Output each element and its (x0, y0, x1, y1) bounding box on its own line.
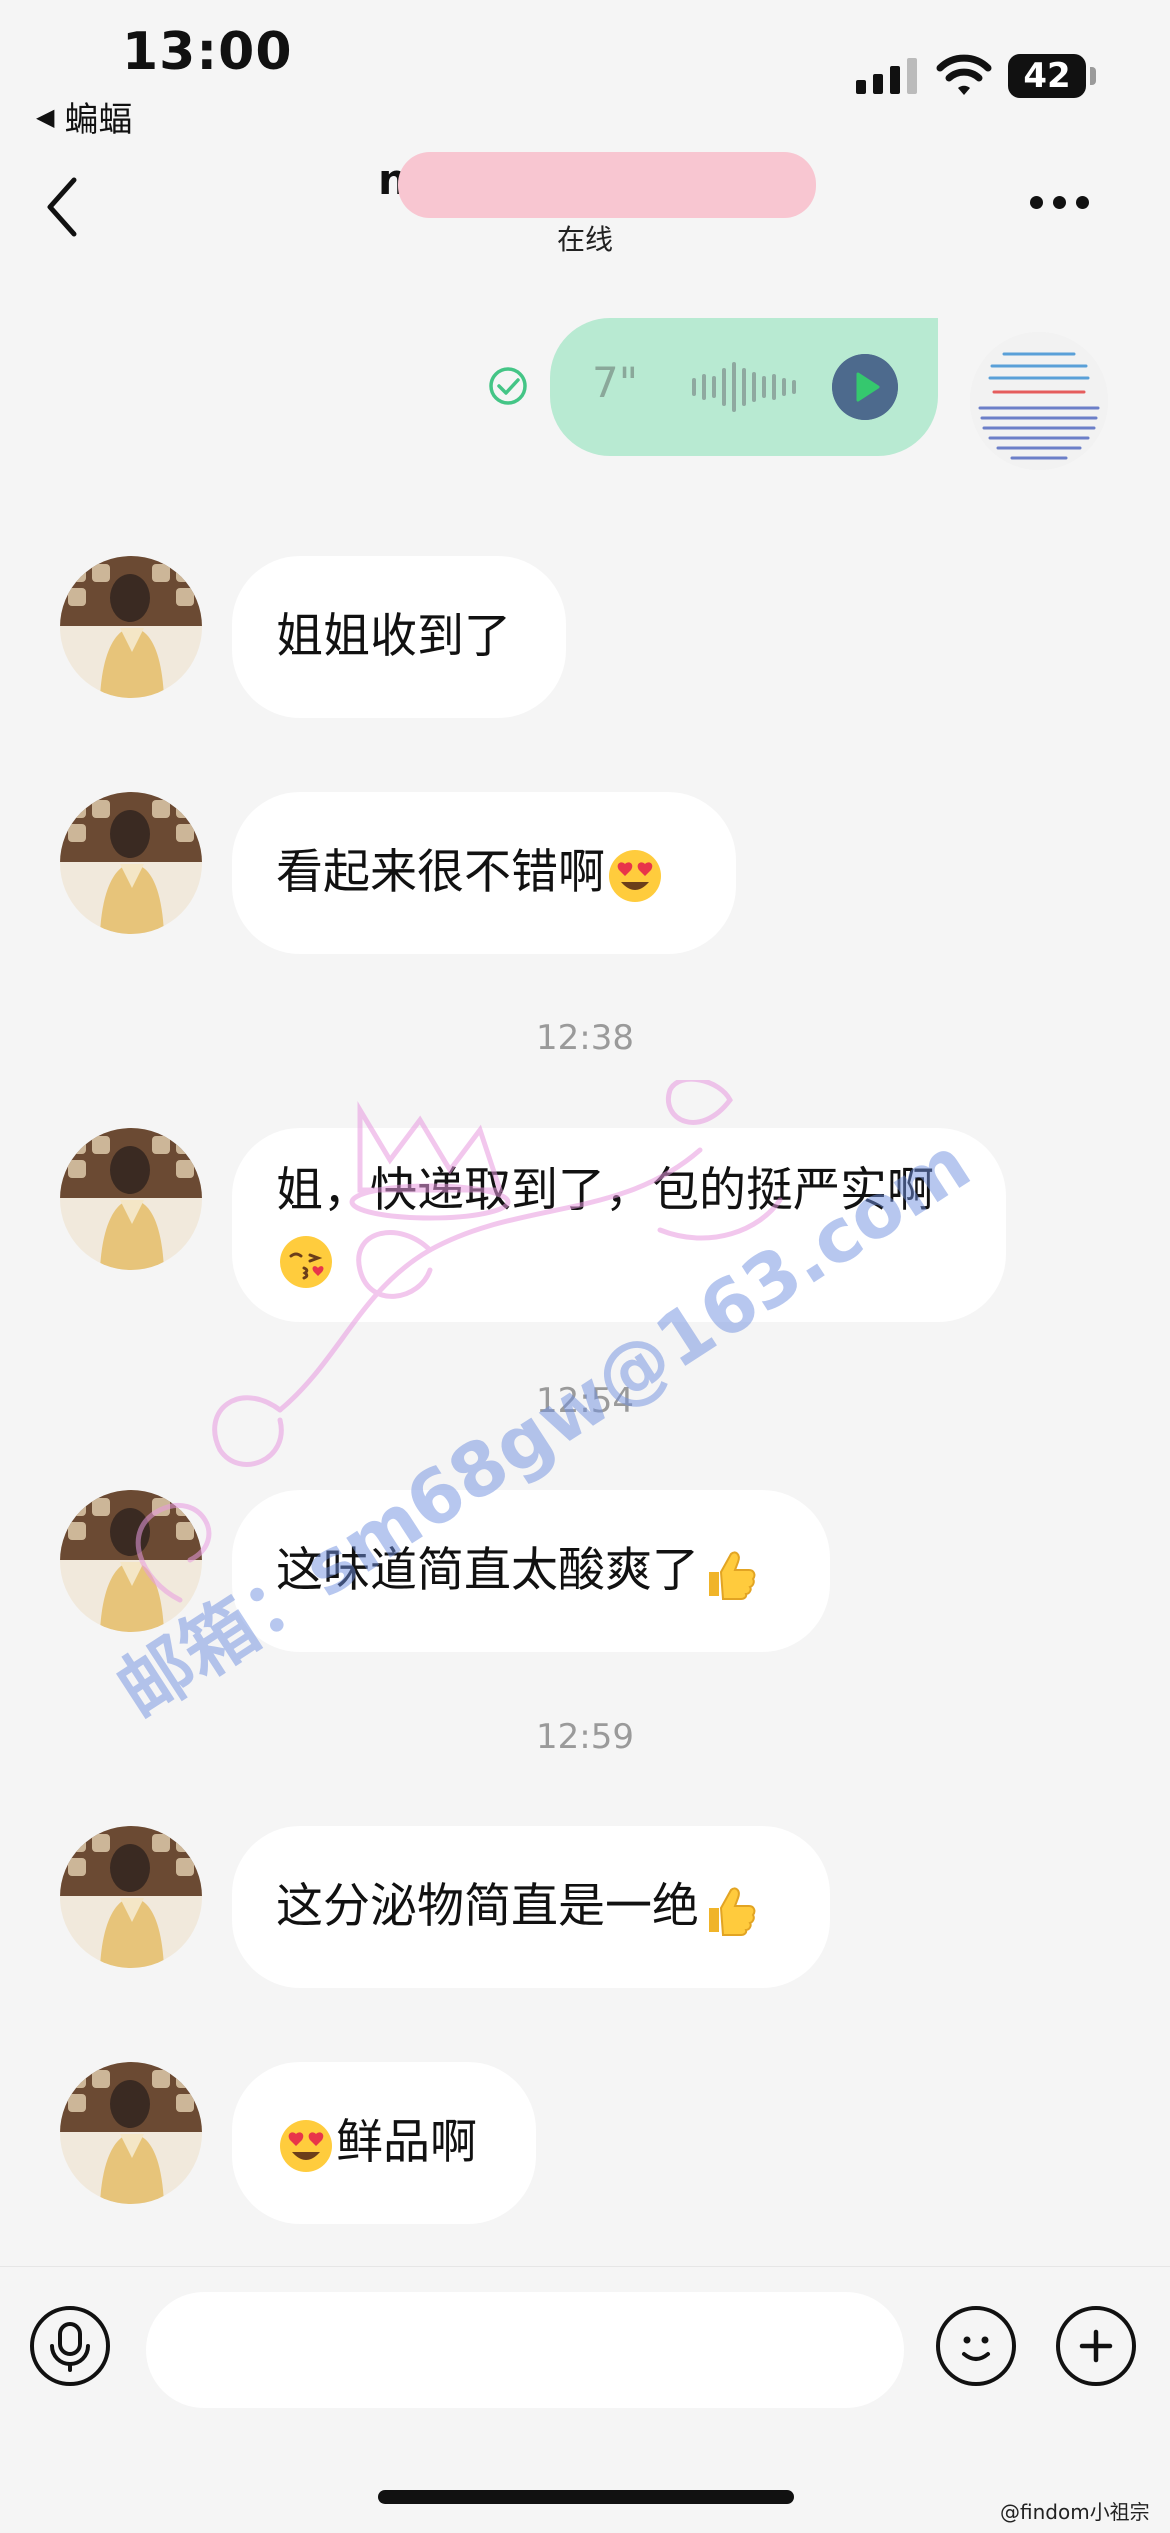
back-triangle-icon: ◀ (36, 102, 55, 131)
voice-input-button[interactable] (30, 2306, 110, 2386)
message-bubble[interactable]: 这分泌物简直是一绝 (232, 1826, 830, 1988)
cellular-signal-icon (856, 58, 917, 94)
message-content: 这味道简直太酸爽了 (276, 1537, 759, 1605)
back-app-label: 蝙蝠 (64, 100, 133, 140)
thumbs-up-emoji-icon (709, 1886, 756, 1936)
my-avatar[interactable] (970, 332, 1108, 470)
message-text: 看起来很不错啊 (276, 845, 605, 900)
plus-icon (1079, 2329, 1113, 2363)
online-status: 在线 (556, 223, 613, 256)
message-content: 看起来很不错啊 (276, 839, 665, 907)
message-text: 这味道简直太酸爽了 (276, 1543, 699, 1598)
timestamp: 12:38 (536, 1018, 634, 1058)
heart-eyes-emoji-icon (609, 849, 661, 902)
home-indicator (378, 2490, 794, 2504)
kiss-emoji-icon (280, 1235, 332, 1288)
play-icon[interactable] (832, 354, 898, 420)
battery-icon: 42 (1008, 54, 1086, 98)
waveform-icon (692, 362, 796, 412)
message-content: 姐姐收到了 (276, 603, 511, 671)
wifi-icon (936, 54, 992, 95)
timestamp: 12:54 (536, 1381, 634, 1421)
voice-message-bubble[interactable]: 7" (550, 318, 938, 456)
battery-tip (1090, 67, 1096, 85)
message-content: 姐，快递取到了，包的挺严实啊 (276, 1157, 962, 1293)
more-options-icon[interactable] (1030, 196, 1089, 209)
message-text: 这分泌物简直是一绝 (276, 1879, 699, 1934)
message-bubble[interactable]: 看起来很不错啊 (232, 792, 736, 954)
message-bubble[interactable]: 鲜品啊 (232, 2062, 536, 2224)
thumbs-up-emoji-icon (709, 1550, 756, 1600)
message-content: 鲜品啊 (276, 2109, 477, 2177)
status-bar: 13:00 ◀ 蝙蝠 42 (0, 0, 1170, 140)
status-time: 13:00 (122, 22, 293, 82)
message-text: 鲜品啊 (336, 2115, 477, 2170)
contact-avatar[interactable] (60, 556, 202, 698)
contact-avatar[interactable] (60, 2062, 202, 2204)
timestamp: 12:59 (536, 1717, 634, 1757)
emoji-button[interactable] (936, 2306, 1016, 2386)
smiley-icon (962, 2336, 990, 2361)
message-bubble[interactable]: 姐，快递取到了，包的挺严实啊 (232, 1128, 1006, 1322)
message-bubble[interactable]: 姐姐收到了 (232, 556, 566, 718)
voice-duration: 7" (592, 358, 639, 407)
message-input[interactable] (146, 2292, 904, 2408)
sent-check-icon (489, 367, 527, 405)
back-to-app[interactable]: ◀ 蝙蝠 (36, 92, 132, 141)
message-text: 姐，快递取到了，包的挺严实啊 (276, 1163, 934, 1218)
name-redaction (398, 152, 816, 218)
heart-eyes-emoji-icon (280, 2119, 332, 2172)
contact-avatar[interactable] (60, 1826, 202, 1968)
contact-avatar[interactable] (60, 1128, 202, 1270)
message-content: 这分泌物简直是一绝 (276, 1873, 759, 1941)
contact-avatar[interactable] (60, 792, 202, 934)
contact-avatar[interactable] (60, 1490, 202, 1632)
add-button[interactable] (1056, 2306, 1136, 2386)
message-bubble[interactable]: 这味道简直太酸爽了 (232, 1490, 830, 1652)
microphone-icon (50, 2322, 90, 2372)
credit-watermark: @findom小祖宗 (1000, 2500, 1150, 2524)
message-text: 姐姐收到了 (276, 609, 511, 664)
